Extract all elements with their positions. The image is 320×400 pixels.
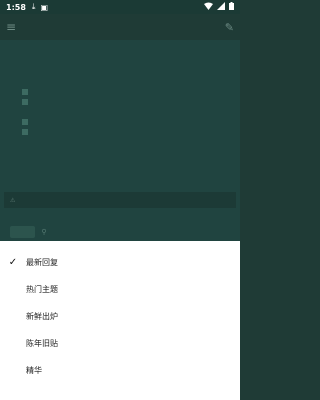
- rule-row: [22, 77, 224, 87]
- edit-icon[interactable]: ✎: [225, 21, 234, 34]
- sort-option-label: 精华: [26, 366, 42, 375]
- status-bar: 1:58 ⤓ ▣: [0, 0, 240, 14]
- check-icon: ✓: [8, 257, 18, 268]
- download-icon: ⤓: [31, 2, 36, 11]
- search-icon[interactable]: ⚲: [41, 228, 46, 236]
- hamburger-icon[interactable]: ≡: [6, 20, 16, 34]
- sort-option-label: 热门主题: [26, 285, 58, 294]
- rule-row: [22, 107, 224, 117]
- rules-block: [22, 77, 224, 147]
- sort-option-label: 陈年旧贴: [26, 339, 58, 348]
- sort-option-latest-reply[interactable]: ✓ 最新回复: [0, 249, 240, 276]
- sort-option-featured[interactable]: 精华: [0, 357, 240, 384]
- notification-icon: ▣: [40, 2, 49, 12]
- sort-chip[interactable]: [10, 226, 36, 238]
- battery-icon: [229, 2, 234, 12]
- sort-option-label: 新鲜出炉: [26, 312, 58, 321]
- sort-option-label: 最新回复: [26, 258, 58, 267]
- rule-row: [22, 127, 224, 137]
- tip-bar: ⚠: [4, 192, 236, 208]
- sort-option-hot-topics[interactable]: 热门主题: [0, 276, 240, 303]
- sort-option-newest[interactable]: 新鲜出炉: [0, 303, 240, 330]
- app-bar: ≡ ✎: [0, 14, 240, 40]
- rule-row: [22, 117, 224, 127]
- notice-title-placeholder: [0, 60, 240, 69]
- rule-row: [22, 87, 224, 97]
- rule-row: [22, 97, 224, 107]
- status-time: 1:58: [6, 2, 26, 12]
- alert-icon: ⚠: [10, 196, 16, 204]
- dimmed-content: ⚠ ⚲: [0, 40, 240, 260]
- wifi-icon: [204, 2, 213, 12]
- rule-row: [22, 137, 224, 147]
- sort-option-old-posts[interactable]: 陈年旧贴: [0, 330, 240, 357]
- sort-bar: ⚲: [10, 226, 47, 238]
- signal-icon: [217, 2, 225, 12]
- sort-bottom-sheet: ✓ 最新回复 热门主题 新鲜出炉 陈年旧贴 精华: [0, 241, 240, 400]
